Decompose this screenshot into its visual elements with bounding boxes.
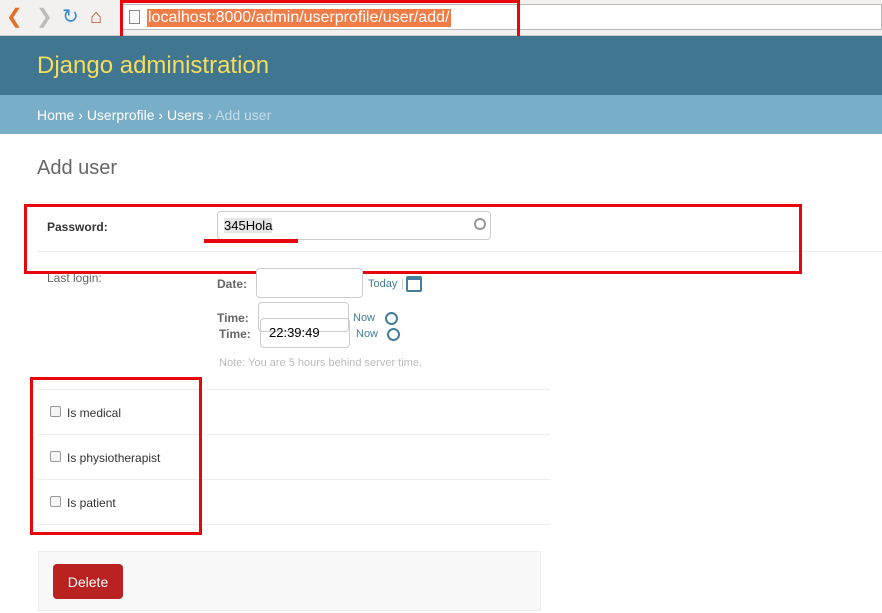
breadcrumb-sep: › xyxy=(78,107,83,123)
last-login-label: Last login: xyxy=(47,271,102,285)
delete-button[interactable]: Delete xyxy=(53,564,123,599)
annotation-box-password xyxy=(24,204,802,274)
link-sep: | xyxy=(401,278,404,290)
breadcrumb-model[interactable]: Users xyxy=(167,107,204,123)
clock-icon[interactable] xyxy=(387,328,400,341)
breadcrumb-sep: › xyxy=(158,107,164,123)
calendar-icon[interactable] xyxy=(406,276,422,292)
breadcrumb-current: Add user xyxy=(215,107,272,123)
breadcrumb-sep: › xyxy=(207,107,213,123)
back-icon[interactable]: ❮ xyxy=(6,6,23,28)
breadcrumb-home[interactable]: Home xyxy=(37,107,74,123)
time-input-2[interactable]: 22:39:49 xyxy=(260,318,350,348)
now-link-2[interactable]: Now xyxy=(356,328,378,340)
annotation-box-checkboxes xyxy=(30,377,202,535)
home-icon[interactable]: ⌂ xyxy=(90,6,102,28)
breadcrumb-app[interactable]: Userprofile xyxy=(87,107,155,123)
breadcrumb: Home › Userprofile › Users › Add user xyxy=(0,95,882,134)
timezone-note: Note: You are 5 hours behind server time… xyxy=(219,357,423,369)
time-label-2: Time: xyxy=(219,327,251,341)
date-label: Date: xyxy=(217,277,248,291)
now-link[interactable]: Now xyxy=(353,312,375,324)
date-input[interactable] xyxy=(256,268,363,298)
site-title[interactable]: Django administration xyxy=(37,52,269,80)
forward-icon[interactable]: ❯ xyxy=(36,6,53,28)
reload-icon[interactable]: ↻ xyxy=(62,6,79,28)
page-title: Add user xyxy=(37,157,118,179)
today-link[interactable]: Today xyxy=(368,278,397,290)
clock-icon[interactable] xyxy=(385,312,398,325)
time-label: Time: xyxy=(217,311,249,325)
